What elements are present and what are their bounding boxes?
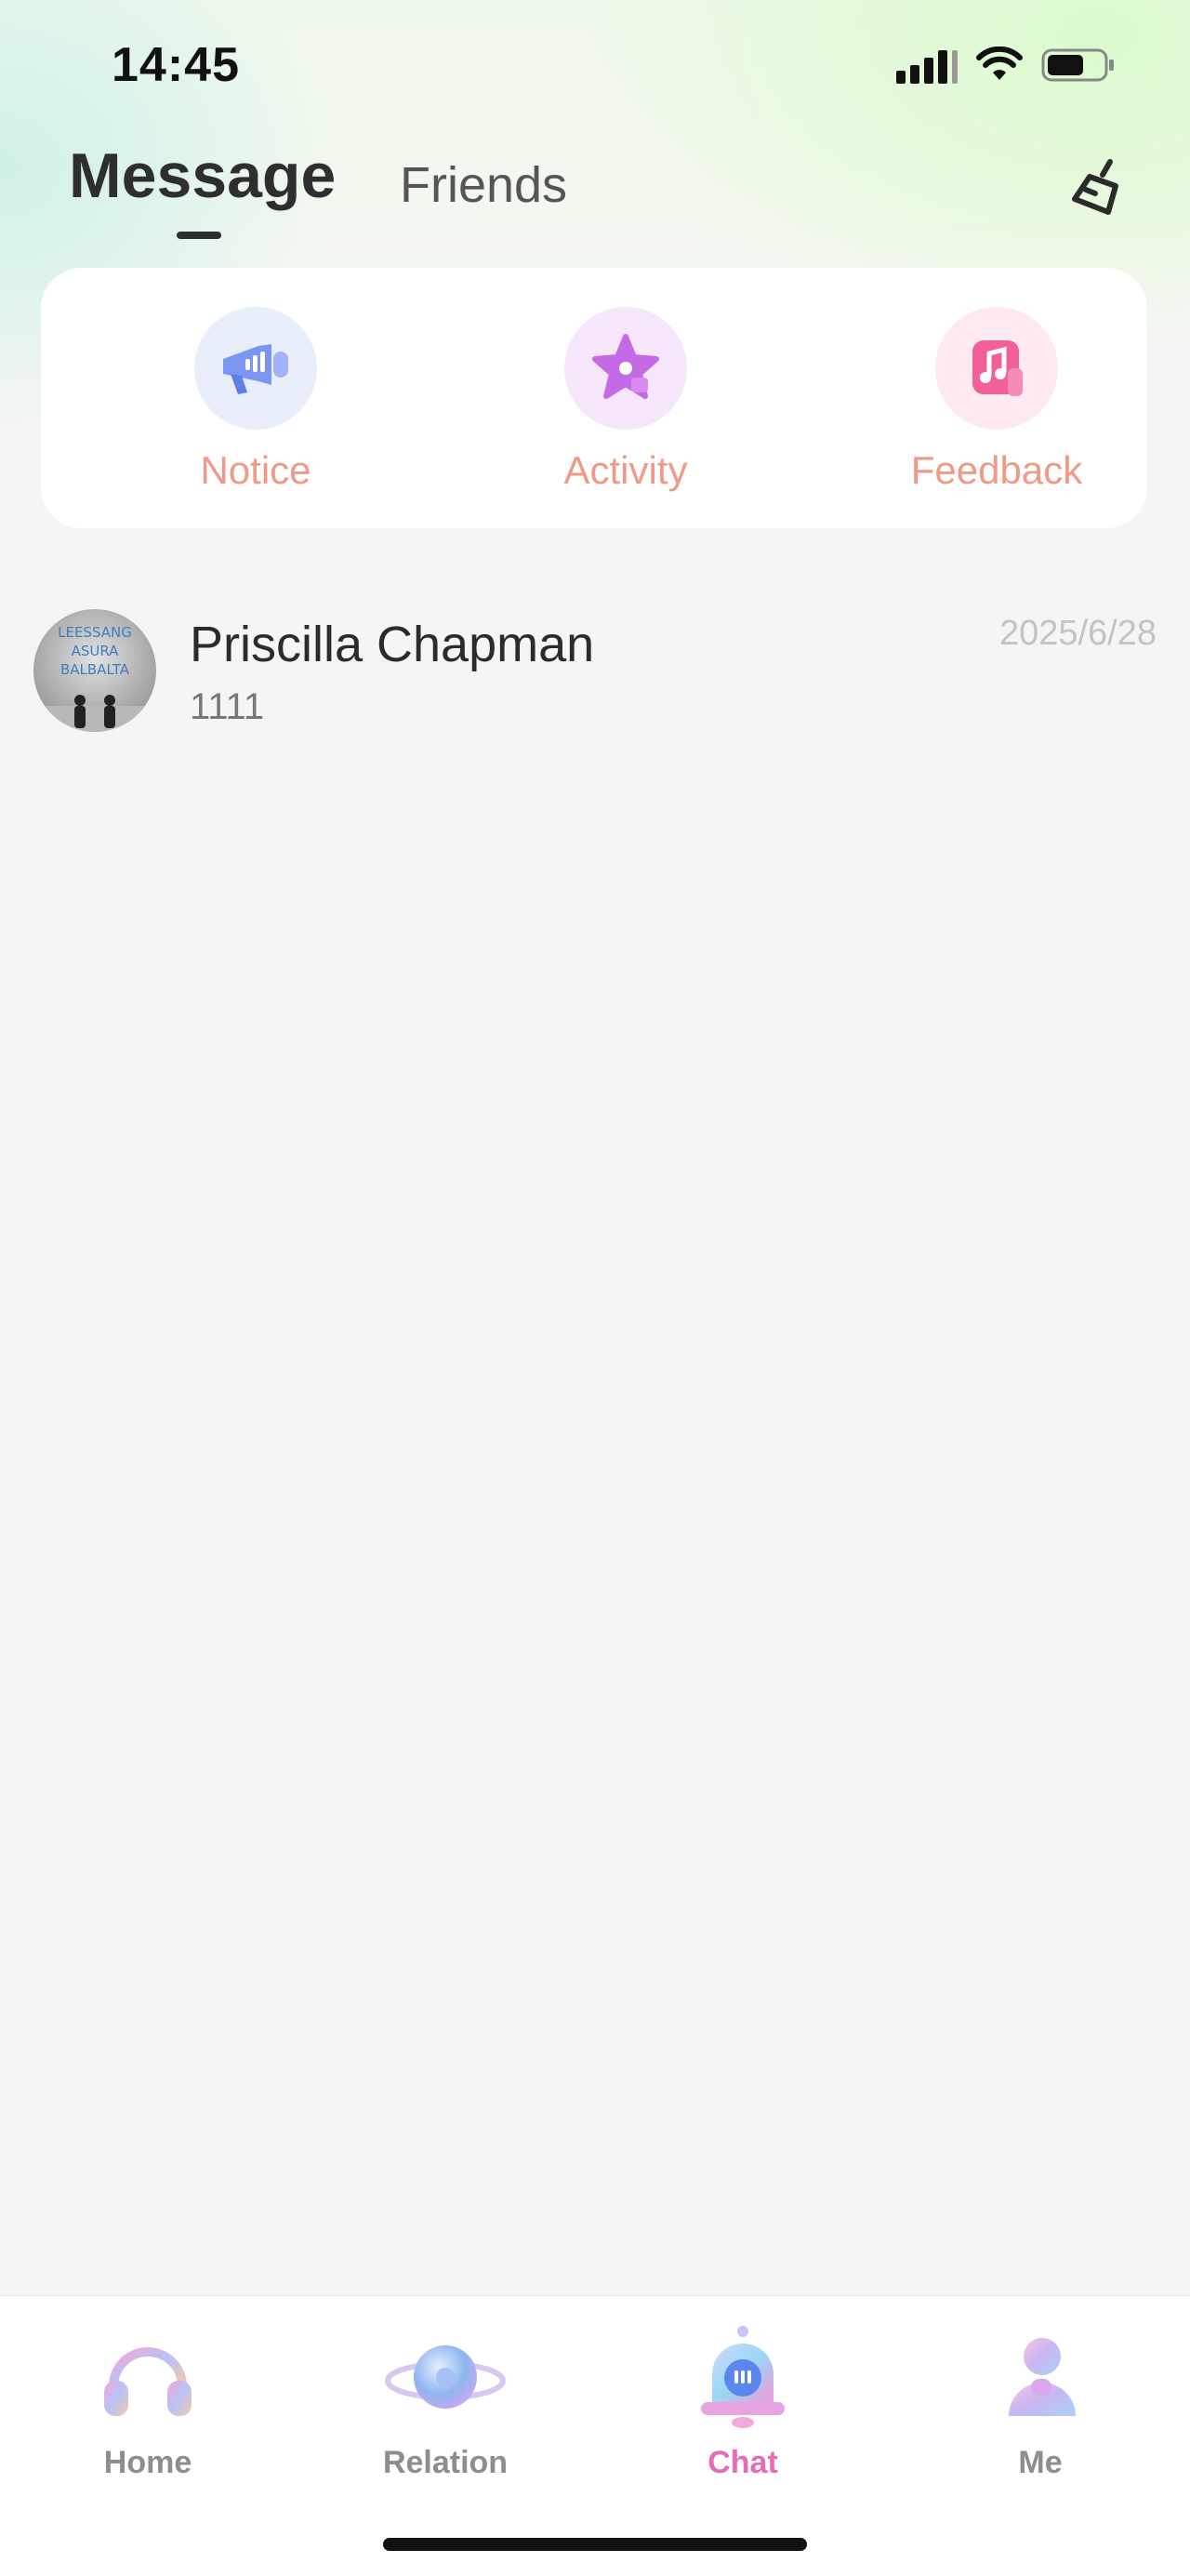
avatar-text-line1: LEESSANG — [58, 624, 132, 641]
status-icons — [896, 46, 1116, 84]
bell-chat-icon — [682, 2322, 803, 2434]
nav-home-label: Home — [103, 2445, 192, 2480]
planet-icon — [385, 2322, 506, 2434]
feedback-label: Feedback — [910, 448, 1083, 492]
tab-message[interactable]: Message — [69, 139, 336, 212]
notice-shortcut[interactable]: Notice — [135, 307, 377, 493]
message-preview: 1111 — [190, 686, 265, 727]
status-time: 14:45 — [112, 38, 240, 92]
battery-icon — [1041, 46, 1116, 84]
headphones-icon — [87, 2322, 208, 2434]
tab-friends[interactable]: Friends — [400, 156, 567, 214]
nav-me-label: Me — [1018, 2445, 1063, 2480]
nav-me[interactable]: Me — [947, 2322, 1133, 2481]
notice-label: Notice — [200, 448, 311, 492]
wifi-icon — [976, 46, 1023, 84]
shortcut-card: Notice Activity Feedback — [41, 268, 1147, 528]
active-tab-indicator — [177, 232, 221, 239]
avatar-text-line2: ASURA — [72, 643, 120, 659]
bottom-nav: Home Relation Chat Me — [0, 2295, 1190, 2576]
avatar-text-line3: BALBALTA — [60, 661, 130, 678]
broom-icon — [1067, 156, 1132, 226]
clear-unread-button[interactable] — [1058, 149, 1142, 232]
avatar: LEESSANG ASURA BALBALTA — [33, 609, 156, 732]
nav-home[interactable]: Home — [55, 2322, 241, 2481]
signal-icon — [896, 46, 958, 84]
feedback-shortcut[interactable]: Feedback — [876, 307, 1117, 493]
megaphone-icon — [194, 307, 317, 430]
activity-shortcut[interactable]: Activity — [505, 307, 747, 493]
star-icon — [564, 307, 687, 430]
contact-name: Priscilla Chapman — [190, 617, 595, 672]
message-date: 2025/6/28 — [998, 614, 1157, 653]
person-icon — [980, 2322, 1101, 2434]
nav-chat-label: Chat — [707, 2445, 778, 2480]
conversation-row[interactable]: LEESSANG ASURA BALBALTA Priscilla Chapma… — [0, 595, 1190, 744]
nav-relation-label: Relation — [382, 2445, 509, 2480]
nav-chat[interactable]: Chat — [650, 2322, 836, 2481]
activity-label: Activity — [563, 448, 688, 492]
music-note-icon — [935, 307, 1058, 430]
home-indicator[interactable] — [383, 2538, 807, 2551]
nav-relation[interactable]: Relation — [352, 2322, 538, 2481]
